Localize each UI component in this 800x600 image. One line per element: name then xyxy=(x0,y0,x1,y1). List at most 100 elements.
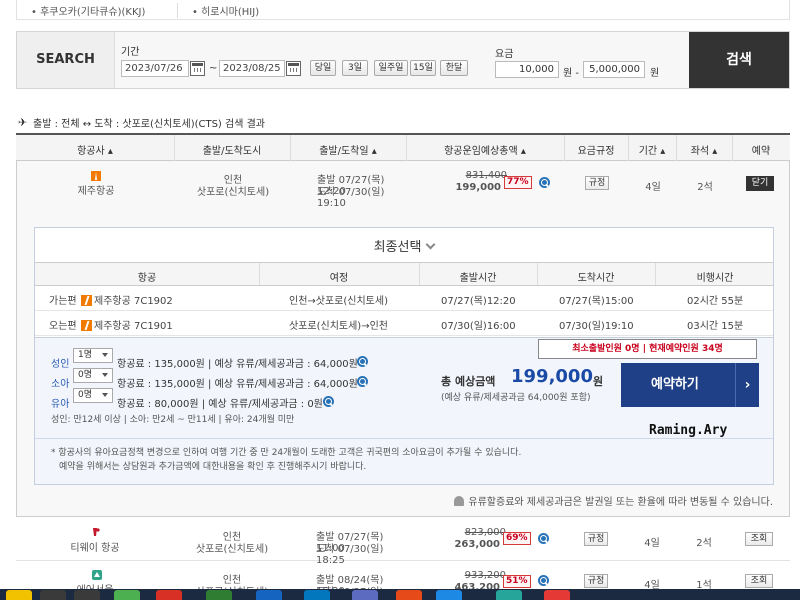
jeju-air-logo xyxy=(81,295,92,306)
date-separator: ~ xyxy=(209,63,218,74)
app-icon[interactable] xyxy=(40,590,66,600)
pax-fare-infant: 항공료 : 80,000원 | 예상 유류/제세공과금 : 0원 xyxy=(117,399,323,410)
trip-days: 4일 xyxy=(644,538,660,549)
col-fare[interactable]: 항공운임예상총액 ▴ xyxy=(406,142,564,157)
jeju-air-logo xyxy=(91,171,101,181)
segment-route: 삿포로(신치토세)→인천 xyxy=(289,321,388,332)
search-icon[interactable] xyxy=(357,356,368,367)
chevron-right-icon: › xyxy=(735,363,759,407)
infant-policy-notice: * 항공사의 유아요금정책 변경으로 인하여 여행 기간 중 만 24개월이 도… xyxy=(51,448,522,458)
result-header: 출발 : 전체 ↔ 도착 : 삿포로(신치토세)(CTS) 검색 결과 xyxy=(18,115,265,130)
app-icon[interactable] xyxy=(206,590,232,600)
reservation-notice: 예약을 위해서는 상담원과 추가금액에 대한내용을 확인 후 진행해주시기 바랍… xyxy=(59,462,367,472)
total-label: 총 예상금액 xyxy=(441,375,496,388)
search-icon[interactable] xyxy=(539,177,550,188)
chevron-down-icon xyxy=(425,239,436,250)
fare-rule-button[interactable]: 규정 xyxy=(584,532,608,546)
arr-datetime: 도착 07/30(일) 19:10 xyxy=(317,187,385,209)
seat-count: 2석 xyxy=(696,538,712,549)
fare-unit: 원 - xyxy=(563,68,579,79)
adult-count-select[interactable]: 1명 xyxy=(73,348,113,363)
quick-3day-button[interactable]: 3일 xyxy=(342,60,368,76)
watermark-text: Raming.Ary xyxy=(649,423,728,438)
age-note: 성인: 만12세 이상 | 소아: 만2세 ~ 만11세 | 유아: 24개월 … xyxy=(51,415,295,425)
fare-rule-button[interactable]: 규정 xyxy=(584,574,608,588)
fare-label: 요금 xyxy=(495,49,514,60)
original-fare: 831,400 xyxy=(465,170,507,181)
segment-arr: 07/30(일)19:10 xyxy=(559,321,634,332)
app-icon[interactable] xyxy=(74,590,100,600)
sale-fare: 263,000 xyxy=(454,539,500,550)
app-icon[interactable] xyxy=(436,590,462,600)
app-icon[interactable] xyxy=(114,590,140,600)
col-period[interactable]: 기간 ▴ xyxy=(628,142,676,157)
search-button[interactable]: 검색 xyxy=(689,32,789,88)
search-icon[interactable] xyxy=(538,533,549,544)
segment-table-header: 항공 여정 출발시간 도착시간 비행시간 xyxy=(35,262,773,286)
app-icon[interactable] xyxy=(304,590,330,600)
sale-fare: 199,000 xyxy=(455,182,501,193)
view-button[interactable]: 조회 xyxy=(745,532,773,546)
pax-label-child: 소아 xyxy=(51,379,70,390)
air-seoul-logo xyxy=(92,570,102,580)
airline-name: 티웨이 항공 xyxy=(70,543,120,554)
seat-count: 2석 xyxy=(697,182,713,193)
view-button[interactable]: 조회 xyxy=(745,574,773,588)
search-icon[interactable] xyxy=(538,575,549,586)
search-label: SEARCH xyxy=(17,32,115,88)
tway-air-logo xyxy=(93,528,100,536)
fare-max-input[interactable]: 5,000,000 xyxy=(583,61,645,78)
date-from-input[interactable]: 2023/07/26 xyxy=(121,60,189,77)
app-icon[interactable] xyxy=(496,590,522,600)
app-icon[interactable] xyxy=(156,590,182,600)
reserve-button[interactable]: 예약하기 › xyxy=(621,363,759,407)
segment-arr: 07/27(목)15:00 xyxy=(559,296,634,307)
col-reserve: 예약 xyxy=(751,146,771,157)
quick-week-button[interactable]: 일주일 xyxy=(374,60,408,76)
search-icon[interactable] xyxy=(357,376,368,387)
airport-item[interactable]: • 후쿠오카(기타큐슈)(KKJ) xyxy=(31,3,145,18)
col-airline[interactable]: 항공사 ▴ xyxy=(16,142,174,157)
close-button[interactable]: 닫기 xyxy=(746,176,774,191)
child-count-select[interactable]: 0명 xyxy=(73,368,113,383)
segment-flight: 제주항공 7C1902 xyxy=(94,296,173,307)
original-fare: 933,200 xyxy=(464,570,506,581)
segment-type: 가는편 xyxy=(49,296,77,307)
fare-rule-button[interactable]: 규정 xyxy=(585,176,609,190)
arr-city: 삿포로(신치토세) xyxy=(196,187,270,198)
trip-days: 4일 xyxy=(645,182,661,193)
table-row[interactable]: 티웨이 항공 인천 삿포로(신치토세) 출발 07/27(목) 11:00 도착… xyxy=(16,519,790,566)
arr-city: 삿포로(신치토세) xyxy=(195,544,269,555)
app-icon[interactable] xyxy=(256,590,282,600)
quick-today-button[interactable]: 당일 xyxy=(310,60,336,76)
app-icon[interactable] xyxy=(396,590,422,600)
col-seats[interactable]: 좌석 ▴ xyxy=(676,142,732,157)
calendar-icon[interactable] xyxy=(190,61,205,76)
total-sub: (예상 유류/제세공과금 64,000원 포함) xyxy=(441,393,591,403)
final-selection-box: 최종선택 항공 여정 출발시간 도착시간 비행시간 가는편 제주항공 7C190… xyxy=(34,227,774,485)
airport-list: • 후쿠오카(기타큐슈)(KKJ) • 히로시마(HIJ) xyxy=(16,0,790,20)
search-icon[interactable] xyxy=(323,396,334,407)
quick-15day-button[interactable]: 15일 xyxy=(410,60,436,76)
app-icon[interactable] xyxy=(6,590,32,600)
date-to-input[interactable]: 2023/08/25 xyxy=(219,60,285,77)
passenger-panel: 성인 1명 항공료 : 135,000원 | 예상 유류/제세공과금 : 64,… xyxy=(35,337,773,484)
airport-item[interactable]: • 히로시마(HIJ) xyxy=(177,3,259,18)
col-date[interactable]: 출발/도착일 ▴ xyxy=(290,142,406,157)
quick-month-button[interactable]: 한달 xyxy=(440,60,468,76)
pax-fare-adult: 항공료 : 135,000원 | 예상 유류/제세공과금 : 64,000원 xyxy=(117,359,358,370)
segment-row-return: 오는편 제주항공 7C1901 삿포로(신치토세)→인천 07/30(일)16:… xyxy=(35,311,773,336)
fare-min-input[interactable]: 10,000 xyxy=(495,61,559,78)
fuel-surcharge-notice: 유류할증료와 제세공과금은 발권일 또는 환율에 따라 변동될 수 있습니다. xyxy=(454,493,773,508)
segment-row-outbound: 가는편 제주항공 7C1902 인천→삿포로(신치토세) 07/27(목)12:… xyxy=(35,286,773,311)
segment-type: 오는편 xyxy=(49,321,77,332)
min-departure-notice: 최소출발인원 0명 | 현재예약인원 34명 xyxy=(538,339,757,359)
calendar-icon[interactable] xyxy=(286,61,301,76)
table-row[interactable]: 제주항공 인천 삿포로(신치토세) 출발 07/27(목) 12:20 도착 0… xyxy=(17,161,791,209)
final-selection-title[interactable]: 최종선택 xyxy=(35,236,773,255)
segment-dep: 07/30(일)16:00 xyxy=(441,321,516,332)
infant-count-select[interactable]: 0명 xyxy=(73,388,113,403)
segment-route: 인천→삿포로(신치토세) xyxy=(289,296,388,307)
app-icon[interactable] xyxy=(352,590,378,600)
app-icon[interactable] xyxy=(544,590,570,600)
